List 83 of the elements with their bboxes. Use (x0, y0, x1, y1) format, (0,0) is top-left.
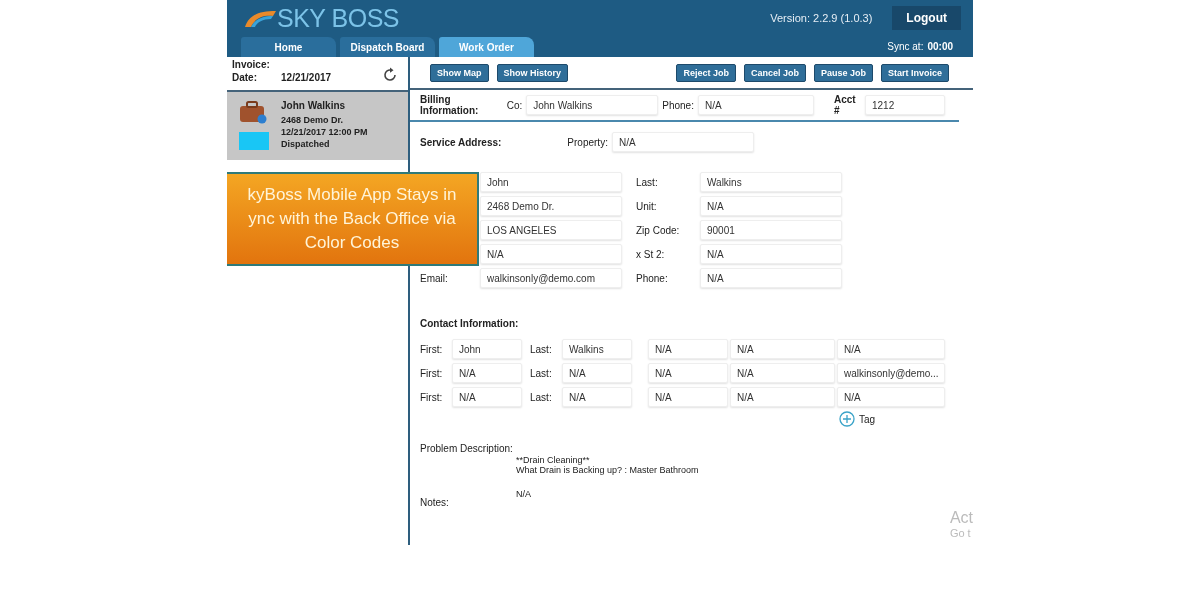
add-tag-button[interactable]: Tag (838, 411, 875, 427)
input-field[interactable]: John Walkins (526, 95, 659, 115)
job-status: Dispatched (281, 139, 331, 149)
field-label: x St 2: (636, 248, 666, 260)
toolbar-button[interactable]: Show Map (430, 63, 489, 82)
sync-time: 00:00 (927, 41, 953, 52)
input-field[interactable]: N/A (452, 363, 522, 383)
field-label: Notes: (420, 497, 450, 508)
field-label: Acct # (833, 94, 857, 116)
nav-tab[interactable]: Home (241, 37, 336, 57)
input-field[interactable]: John (480, 172, 622, 192)
section-title: Billing Information: (420, 94, 480, 116)
input-field[interactable]: LOS ANGELES (480, 220, 622, 240)
field-label: Email: (420, 272, 448, 284)
input-field[interactable]: N/A (730, 387, 835, 407)
field-label: Phone: (662, 99, 694, 111)
customer-name: John Walkins (281, 100, 347, 111)
toolbar-button[interactable]: Pause Job (813, 63, 873, 82)
field-label: Unit: (636, 200, 658, 212)
field-label: Co: (506, 99, 523, 111)
refresh-icon[interactable] (382, 67, 398, 83)
input-field[interactable]: N/A (700, 196, 842, 216)
job-address: 2468 Demo Dr. (281, 115, 345, 125)
date-label: Date: (232, 72, 257, 83)
input-field[interactable]: N/A (697, 95, 814, 115)
input-field[interactable]: N/A (730, 363, 835, 383)
version-text: Version: 2.2.9 (1.0.3) (770, 12, 873, 24)
field-label: First: (420, 343, 444, 355)
toolbar-button[interactable]: Show History (496, 63, 568, 82)
input-field[interactable]: Walkins (700, 172, 842, 192)
input-field[interactable]: N/A (611, 132, 754, 152)
input-field[interactable]: N/A (648, 387, 728, 407)
field-label: Phone: (636, 272, 669, 284)
input-field[interactable]: 90001 (700, 220, 842, 240)
input-field[interactable]: walkinsonly@demo... (837, 363, 945, 383)
nav-tab[interactable]: Dispatch Board (340, 37, 435, 57)
date-value: 12/21/2017 (281, 72, 332, 83)
add-icon (838, 411, 855, 427)
field-label: Last: (636, 176, 659, 188)
toolbar-button[interactable]: Cancel Job (743, 63, 806, 82)
field-label: Last: (530, 391, 553, 403)
input-field[interactable]: John (452, 339, 522, 359)
job-datetime: 12/21/2017 12:00 PM (281, 127, 368, 137)
input-field[interactable]: N/A (452, 387, 522, 407)
app-logo-text: SKY BOSS (277, 3, 399, 33)
toolbar-button[interactable]: Start Invoice (880, 63, 949, 82)
input-field[interactable]: 2468 Demo Dr. (480, 196, 622, 216)
section-title: Service Address: (420, 136, 502, 148)
input-field[interactable]: Walkins (562, 339, 632, 359)
input-field[interactable]: N/A (700, 268, 842, 288)
briefcase-icon (239, 100, 267, 124)
input-field[interactable]: N/A (837, 339, 945, 359)
logout-button[interactable]: Logout (892, 6, 961, 30)
callout-text: ync with the Back Office via (248, 208, 456, 230)
invoice-label: Invoice: (232, 59, 271, 70)
input-field[interactable]: N/A (648, 363, 728, 383)
field-label: First: (420, 391, 444, 403)
problem-text: **Drain Cleaning** (516, 455, 591, 465)
input-field[interactable]: 1212 (865, 95, 945, 115)
field-label: Zip Code: (636, 224, 681, 236)
field-label: Last: (530, 343, 553, 355)
sync-label: Sync at: (887, 41, 924, 52)
input-field[interactable]: N/A (700, 244, 842, 264)
input-field[interactable]: N/A (730, 339, 835, 359)
activation-notice-text: Go t (949, 527, 972, 539)
field-label: Property: (567, 136, 608, 148)
toolbar-button[interactable]: Reject Job (676, 63, 736, 82)
job-card[interactable]: John Walkins 2468 Demo Dr. 12/21/2017 12:00 PM Dispatched (227, 92, 408, 160)
field-label: Last: (530, 367, 553, 379)
section-title: Contact Information: (420, 318, 520, 329)
activation-notice-text: Act (949, 509, 973, 527)
input-field[interactable]: N/A (480, 244, 622, 264)
input-field[interactable]: N/A (648, 339, 728, 359)
input-field[interactable]: walkinsonly@demo.com (480, 268, 622, 288)
callout-text: Color Codes (304, 232, 400, 254)
field-label: First: (420, 367, 444, 379)
input-field[interactable]: N/A (837, 387, 945, 407)
callout-text: kyBoss Mobile App Stays in (247, 184, 457, 206)
input-field[interactable]: N/A (562, 363, 632, 383)
notes-value: N/A (516, 489, 531, 499)
field-label: Problem Description: (420, 443, 514, 456)
input-field[interactable]: N/A (562, 387, 632, 407)
problem-text: What Drain is Backing up? : Master Bathroom (516, 465, 699, 475)
